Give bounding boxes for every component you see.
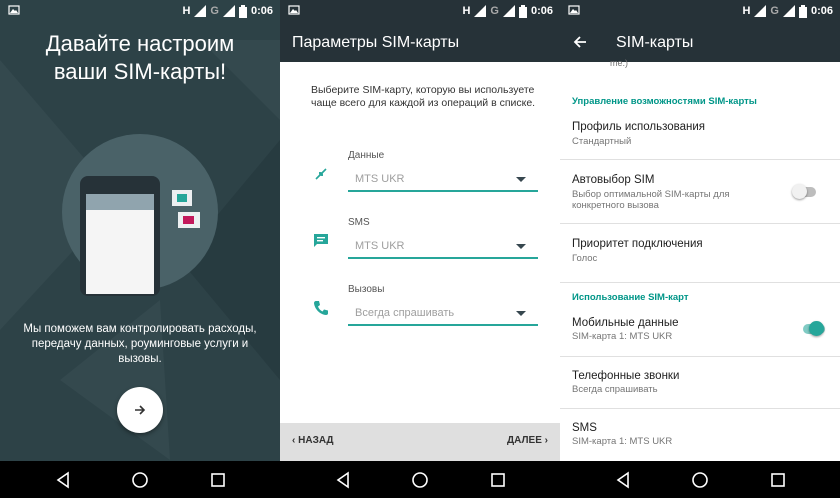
sim-preferences-screen: H G 0:06 Параметры SIM-карты Выберите SI… <box>280 0 560 498</box>
phone-calls-summary: Всегда спрашивать <box>572 384 658 395</box>
network-type: H <box>182 5 191 17</box>
toggle-thumb <box>792 184 807 199</box>
battery-icon <box>238 4 247 18</box>
next-button[interactable] <box>117 387 163 433</box>
connection-priority-item[interactable]: Приоритет подключения Голос <box>560 224 840 282</box>
sim-cards-settings-screen: H G 0:06 SIM-карты me.) Управление возмо… <box>560 0 840 498</box>
wifi-icon <box>194 5 207 17</box>
sms-sim-value: MTS UKR <box>355 240 405 252</box>
network-type-2: G <box>210 5 219 17</box>
dropdown-arrow-icon <box>516 177 526 182</box>
page-title: Параметры SIM-карты <box>292 34 460 51</box>
auto-sim-summary: Выбор оптимальной SIM-карты для конкретн… <box>572 189 730 211</box>
signal-icon <box>222 5 235 17</box>
auto-sim-title: Автовыбор SIM <box>572 174 655 186</box>
arrow-right-icon <box>135 405 146 415</box>
back-button[interactable]: ‹ НАЗАД <box>292 435 334 446</box>
auto-sim-item[interactable]: Автовыбор SIM Выбор оптимальной SIM-карт… <box>560 160 840 223</box>
navigation-bar <box>0 461 280 498</box>
wifi-icon <box>754 5 767 17</box>
status-bar: H G 0:06 <box>280 0 560 22</box>
welcome-title-line2: ваши SIM-карты! <box>53 59 227 84</box>
intro-text: Выберите SIM-карту, которую вы используе… <box>311 84 536 109</box>
arrow-back-icon[interactable] <box>572 34 588 50</box>
dropdown-arrow-icon <box>516 311 526 316</box>
next-step-label: ДАЛЕЕ <box>507 435 542 446</box>
mobile-data-item[interactable]: Мобильные данные SIM-карта 1: MTS UKR <box>560 308 840 356</box>
battery-icon <box>798 4 807 18</box>
home-nav-button[interactable] <box>125 467 155 493</box>
phone-calls-title: Телефонные звонки <box>572 370 680 382</box>
data-sim-value: MTS UKR <box>355 173 405 185</box>
app-bar: SIM-карты <box>560 22 840 62</box>
photo-notification-icon <box>568 4 580 19</box>
navigation-bar <box>280 461 560 498</box>
calls-sim-select[interactable]: Всегда спрашивать <box>348 304 538 326</box>
recents-nav-button[interactable] <box>203 467 233 493</box>
photo-notification-icon <box>288 4 300 19</box>
usage-profile-summary: Стандартный <box>572 136 632 147</box>
operation-label-calls: Вызовы <box>348 284 385 295</box>
network-type: H <box>462 5 471 17</box>
sim-setup-welcome-screen: H G 0:06 Давайте настроим ваши SIM-карты… <box>0 0 280 498</box>
sms-item[interactable]: SMS SIM-карта 1: MTS UKR <box>560 409 840 461</box>
divider <box>560 282 840 283</box>
toggle-thumb <box>809 321 824 336</box>
usage-profile-item[interactable]: Профиль использования Стандартный <box>560 115 840 159</box>
data-swap-icon <box>315 168 327 180</box>
phone-calls-item[interactable]: Телефонные звонки Всегда спрашивать <box>560 357 840 408</box>
signal-icon <box>782 5 795 17</box>
back-nav-button[interactable] <box>49 467 79 493</box>
bottom-navigation: ‹ НАЗАД ДАЛЕЕ › <box>280 423 560 461</box>
phone-icon <box>314 301 328 315</box>
battery-icon <box>518 4 527 18</box>
welcome-title-line1: Давайте настроим <box>45 31 235 56</box>
status-time: 0:06 <box>250 5 273 17</box>
chevron-left-icon: ‹ <box>292 435 296 446</box>
network-type-2: G <box>770 5 779 17</box>
sms-summary: SIM-карта 1: MTS UKR <box>572 436 673 447</box>
mobile-data-summary: SIM-карта 1: MTS UKR <box>572 331 673 342</box>
calls-sim-value: Всегда спрашивать <box>355 307 455 319</box>
app-bar: Параметры SIM-карты <box>280 22 560 62</box>
welcome-title: Давайте настроим ваши SIM-карты! <box>0 30 280 86</box>
back-nav-button[interactable] <box>609 467 639 493</box>
operation-label-sms: SMS <box>348 217 370 228</box>
photo-notification-icon <box>8 4 20 19</box>
home-nav-button[interactable] <box>405 467 435 493</box>
usage-profile-title: Профиль использования <box>572 121 706 133</box>
navigation-bar <box>560 461 840 498</box>
page-title: SIM-карты <box>616 34 694 51</box>
data-sim-select[interactable]: MTS UKR <box>348 170 538 192</box>
connection-priority-summary: Голос <box>572 253 598 264</box>
sms-icon <box>314 234 328 247</box>
next-step-button[interactable]: ДАЛЕЕ › <box>507 435 548 446</box>
mobile-data-title: Мобильные данные <box>572 317 679 329</box>
welcome-description: Мы поможем вам контролировать расходы, п… <box>23 323 257 365</box>
network-type-2: G <box>490 5 499 17</box>
recents-nav-button[interactable] <box>763 467 793 493</box>
back-button-label: НАЗАД <box>298 435 334 446</box>
sms-title: SMS <box>572 422 597 434</box>
network-type: H <box>742 5 751 17</box>
status-bar: H G 0:06 <box>560 0 840 22</box>
home-nav-button[interactable] <box>685 467 715 493</box>
dropdown-arrow-icon <box>516 244 526 249</box>
section-header-sim-usage: Использование SIM-карт <box>572 292 689 303</box>
wifi-icon <box>474 5 487 17</box>
status-time: 0:06 <box>810 5 833 17</box>
operation-label-data: Данные <box>348 150 385 161</box>
section-header-sim-management: Управление возможностями SIM-карты <box>572 96 757 107</box>
back-nav-button[interactable] <box>329 467 359 493</box>
status-time: 0:06 <box>530 5 553 17</box>
recents-nav-button[interactable] <box>483 467 513 493</box>
partial-summary-text: me.) <box>610 58 628 68</box>
connection-priority-title: Приоритет подключения <box>572 238 703 250</box>
chevron-right-icon: › <box>544 435 548 446</box>
signal-icon <box>502 5 515 17</box>
sms-sim-select[interactable]: MTS UKR <box>348 237 538 259</box>
status-bar: H G 0:06 <box>0 0 280 22</box>
